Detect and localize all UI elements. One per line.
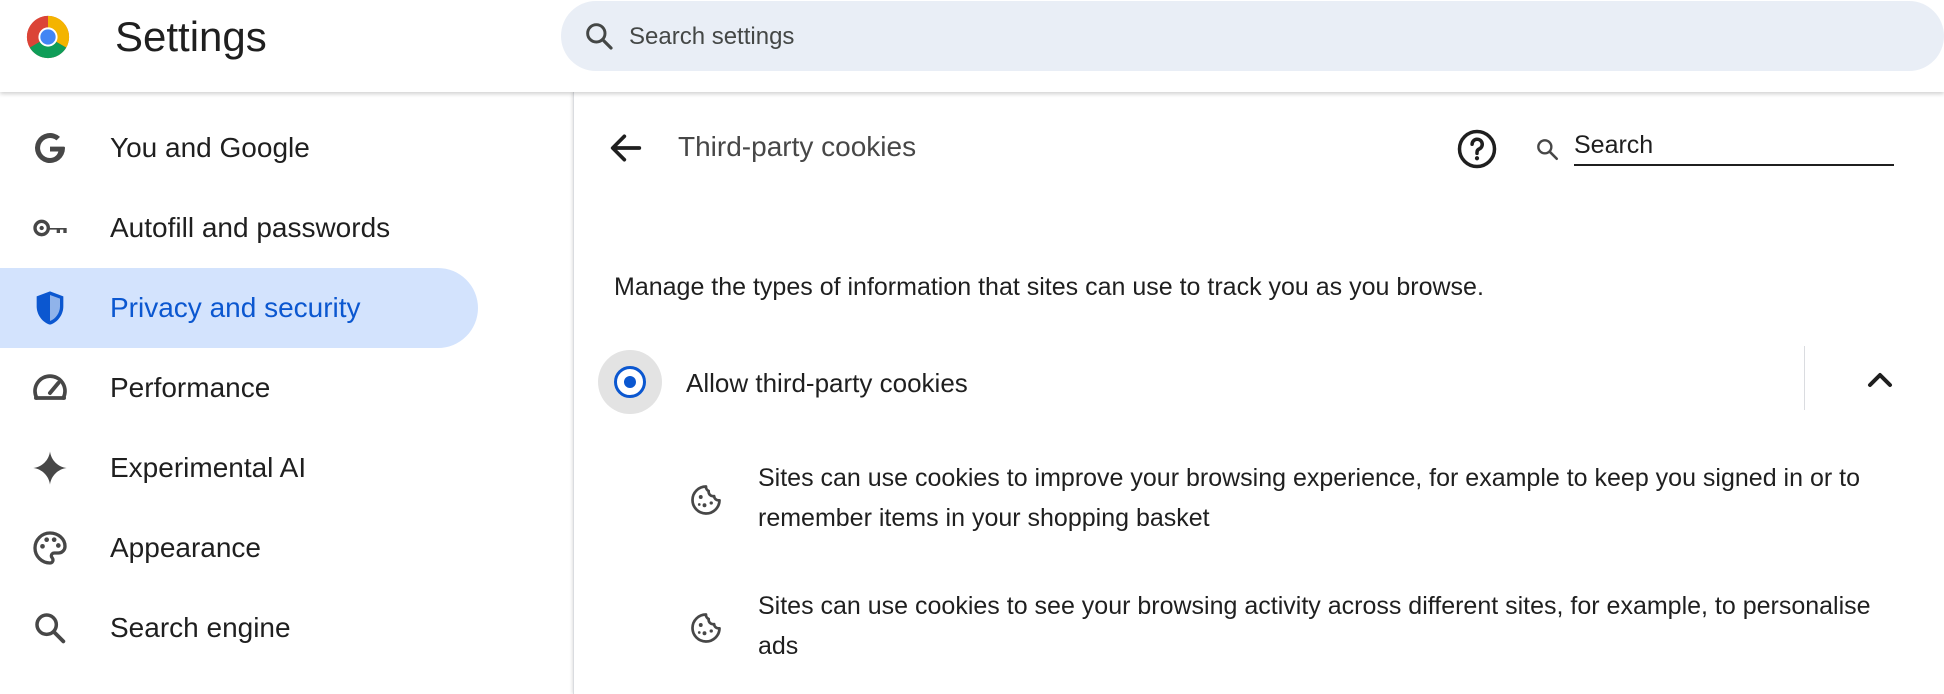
- search-input[interactable]: [1574, 126, 1894, 166]
- sparkle-icon: [33, 451, 67, 485]
- speedometer-icon: [33, 374, 67, 400]
- cookie-icon: [691, 613, 721, 643]
- sidebar-item-appearance[interactable]: Appearance: [0, 508, 478, 588]
- sidebar-item-autofill[interactable]: Autofill and passwords: [0, 188, 478, 268]
- allow-third-party-cookies-option[interactable]: Allow third-party cookies: [574, 346, 1944, 418]
- chevron-up-icon[interactable]: [1860, 360, 1900, 400]
- sidebar-item-label: Privacy and security: [110, 292, 361, 323]
- page-title: Third-party cookies: [678, 131, 917, 162]
- shield-icon: [36, 291, 64, 325]
- palette-icon: [33, 531, 67, 565]
- third-party-cookies-panel: Third-party cookies Manage the types of …: [573, 92, 1944, 694]
- search-icon: [1537, 139, 1559, 161]
- search-settings-input[interactable]: Search settings: [561, 1, 1944, 71]
- sidebar-nav: You and Google Autofill and passwords Pr…: [0, 92, 573, 694]
- list-item: Sites can use cookies to see your browsi…: [574, 586, 1944, 676]
- help-icon[interactable]: [1456, 128, 1498, 170]
- panel-search: [1534, 126, 1904, 168]
- chrome-logo-icon: [26, 15, 70, 59]
- sidebar-item-performance[interactable]: Performance: [0, 348, 478, 428]
- radio-button[interactable]: [598, 350, 662, 414]
- sidebar-item-label: Appearance: [110, 532, 262, 563]
- radio-dot: [624, 376, 636, 388]
- sidebar-item-label: You and Google: [110, 132, 310, 163]
- sidebar-item-label: Performance: [110, 372, 271, 403]
- sidebar-item-experimental-ai[interactable]: Experimental AI: [0, 428, 478, 508]
- app-title: Settings: [115, 13, 267, 60]
- search-icon: [586, 23, 613, 50]
- sidebar-item-label: Autofill and passwords: [110, 212, 391, 243]
- info-text: Sites can use cookies to improve your br…: [758, 464, 1860, 532]
- cookie-icon: [691, 485, 721, 515]
- back-arrow-icon[interactable]: [606, 128, 646, 168]
- radio-ring: [614, 366, 646, 398]
- sidebar-item-label: Search engine: [110, 612, 291, 643]
- info-text: Sites can use cookies to see your browsi…: [758, 592, 1871, 660]
- section-description: Manage the types of information that sit…: [614, 273, 1484, 301]
- radio-label: Allow third-party cookies: [686, 368, 968, 398]
- sidebar-item-you-and-google[interactable]: You and Google: [0, 108, 478, 188]
- sidebar-item-label: Experimental AI: [110, 452, 307, 483]
- sidebar-item-privacy-and-security[interactable]: Privacy and security: [0, 268, 478, 348]
- divider: [1804, 346, 1805, 410]
- sidebar-item-search-engine[interactable]: Search engine: [0, 588, 478, 668]
- search-settings-placeholder: Search settings: [629, 23, 795, 50]
- search-icon: [35, 613, 66, 644]
- key-icon: [33, 219, 67, 237]
- settings-header: Settings Search settings: [0, 0, 1944, 92]
- google-g-icon: [35, 133, 66, 164]
- list-item: Sites can use cookies to improve your br…: [574, 458, 1944, 548]
